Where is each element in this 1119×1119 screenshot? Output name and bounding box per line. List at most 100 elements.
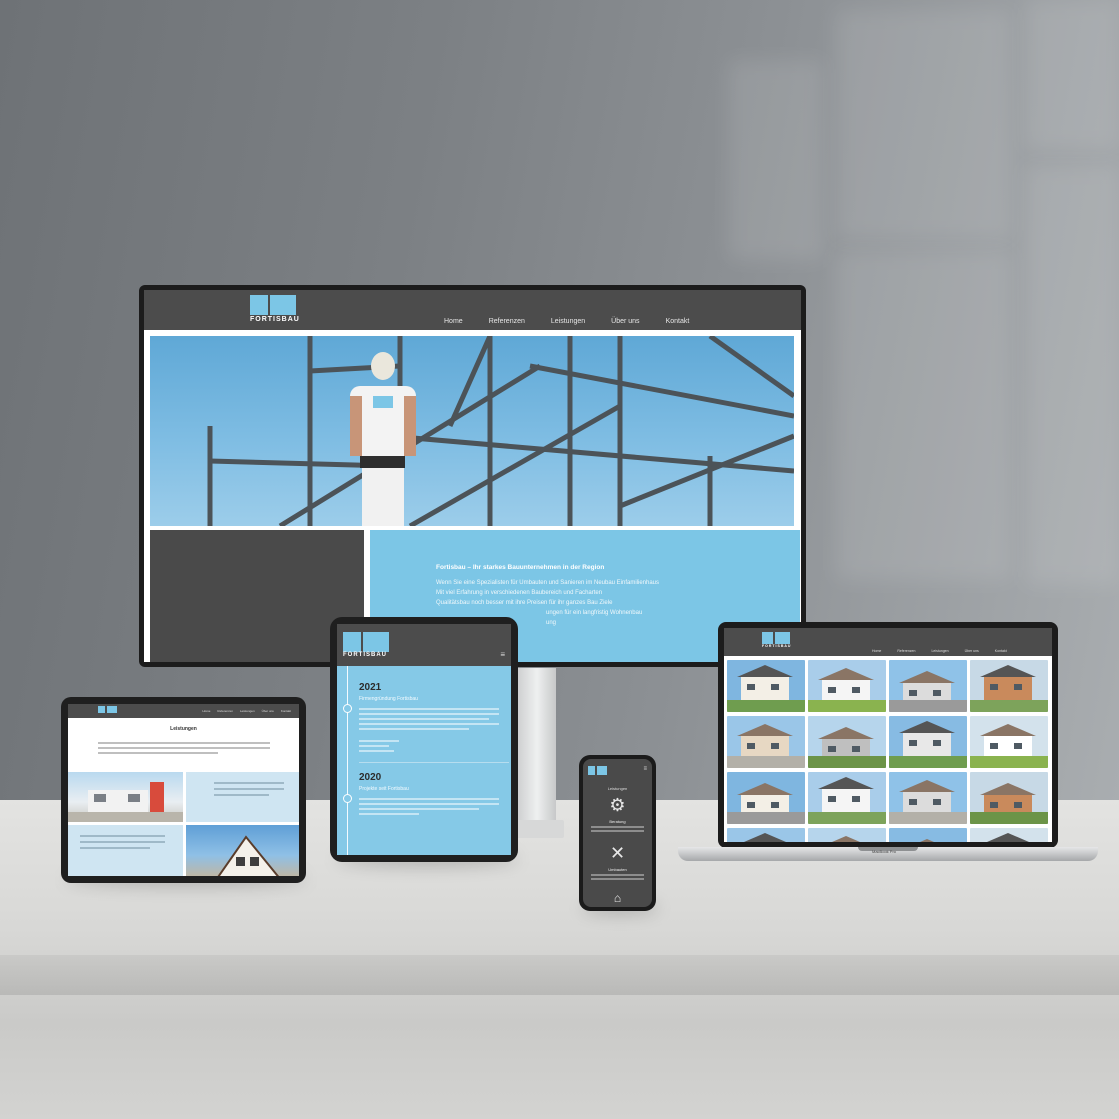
house-photo [68,772,183,822]
intro-line: Wenn Sie eine Spezialisten für Umbauten … [436,580,660,586]
service-card [186,772,299,822]
window-light [1025,0,1119,150]
gallery-thumbnail[interactable] [727,772,805,824]
gallery-thumbnail[interactable] [727,660,805,712]
logo-icon [250,295,296,315]
service-label: Umbauten [608,867,627,872]
text-line [359,750,394,752]
house-icon: ⌂ [613,891,622,905]
gallery-thumbnail[interactable] [889,828,967,842]
gallery-thumbnail[interactable] [808,716,886,768]
intro-line: ungen für ein langfristig Wohnenbau [546,610,643,616]
nav-ueber-uns[interactable]: Über uns [611,318,639,325]
gallery-thumbnail[interactable] [727,828,805,842]
nav-home[interactable]: Home [444,318,463,325]
text-line [359,718,489,720]
text-line [591,830,644,832]
timeline-separator [359,762,509,763]
fortisbau-logo[interactable] [98,706,117,713]
timeline-subtitle: Projekte seit Fortisbau [359,786,409,792]
page-title: Leistungen [170,726,197,732]
nav-kontakt[interactable]: Kontakt [666,318,690,325]
nav-ueber-uns[interactable]: Über uns [262,709,274,713]
window-light [836,250,1011,580]
gallery-thumbnail[interactable] [889,772,967,824]
nav-kontakt[interactable]: Kontakt [281,709,291,713]
fortisbau-logo[interactable]: FORTISBAU [762,632,791,648]
nav-home[interactable]: Home [872,649,881,653]
hero-image [150,336,794,526]
fortisbau-logo[interactable]: FORTISBAU [250,295,300,323]
gallery-thumbnail[interactable] [970,660,1048,712]
nav-ueber-uns[interactable]: Über uns [965,649,979,653]
logo-icon [588,766,607,775]
timeline-year: 2021 [359,682,382,693]
gallery-thumbnail[interactable] [808,828,886,842]
logo-icon [98,706,117,713]
fortisbau-logo[interactable]: FORTISBAU [343,632,389,658]
text-line [359,813,419,815]
text-line [359,803,499,805]
gallery-thumbnail[interactable] [808,660,886,712]
text-line [359,708,499,710]
gallery-thumbnail[interactable] [970,716,1048,768]
timeline-dot [343,794,352,803]
intro-line: ung [546,620,557,626]
text-line [359,798,499,800]
desktop-navbar: FORTISBAU Home Referenzen Leistungen Übe… [144,290,801,330]
desktop-monitor: FORTISBAU Home Referenzen Leistungen Übe… [139,285,806,667]
tablet-landscape: Home Referenzen Leistungen Über uns Kont… [61,697,306,883]
menu-icon[interactable]: ≡ [500,650,505,659]
text-line [591,878,644,880]
laptop-label: MacBook Pro [872,849,897,854]
gallery-thumbnail[interactable] [727,716,805,768]
gears-icon: ⚙ [609,795,626,815]
laptop-nav-links: Home Referenzen Leistungen Über uns Kont… [872,649,1007,653]
menu-icon[interactable]: ≡ [643,766,647,772]
timeline-subtitle: Firmengründung Fortisbau [359,696,418,702]
text-line [359,745,389,747]
timeline-dot [343,704,352,713]
logo-text: FORTISBAU [762,644,792,648]
worker-figure [350,352,416,526]
tablet-portrait-screen: FORTISBAU ≡ 2021 Firmengründung Fortisba… [337,624,511,855]
nav-home[interactable]: Home [202,709,210,713]
logo-icon [762,632,790,644]
logo-text: FORTISBAU [343,652,387,658]
text-line [359,723,499,725]
text-line [359,713,499,715]
gallery-thumbnail[interactable] [970,828,1048,842]
service-card [68,825,183,876]
timeline-line [347,666,348,855]
fortisbau-logo[interactable] [588,766,607,775]
tablet-landscape-screen: Home Referenzen Leistungen Über uns Kont… [68,704,299,876]
gallery-thumbnail[interactable] [889,660,967,712]
section-label: Leistungen [607,786,628,791]
laptop-screen: FORTISBAU Home Referenzen Leistungen Übe… [724,628,1052,842]
nav-kontakt[interactable]: Kontakt [995,649,1007,653]
gallery-thumbnail[interactable] [808,772,886,824]
text-line [359,728,469,730]
house-photo [186,825,299,876]
nav-leistungen[interactable]: Leistungen [551,318,585,325]
nav-leistungen[interactable]: Leistungen [240,709,255,713]
nav-referenzen[interactable]: Referenzen [217,709,233,713]
laptop: FORTISBAU Home Referenzen Leistungen Übe… [718,622,1058,848]
gallery-thumbnail[interactable] [970,772,1048,824]
text-line [359,740,399,742]
tablet-portrait: FORTISBAU ≡ 2021 Firmengründung Fortisba… [330,617,518,862]
window-light [836,10,1011,240]
tablet-navbar: Home Referenzen Leistungen Über uns Kont… [68,704,299,718]
text-line [98,742,270,744]
nav-referenzen[interactable]: Referenzen [897,649,915,653]
nav-leistungen[interactable]: Leistungen [931,649,948,653]
intro-heading: Fortisbau – Ihr starkes Bauunternehmen i… [436,564,605,571]
monitor-stand [518,668,556,828]
logo-text: FORTISBAU [250,316,300,323]
gallery-thumbnail[interactable] [889,716,967,768]
smartphone-screen: ≡ Leistungen ⚙ Beratung ✕ Umbauten ⌂ [583,759,652,907]
reference-gallery [727,660,1048,842]
laptop-navbar: FORTISBAU Home Referenzen Leistungen Übe… [724,628,1052,656]
tablet-nav-links: Home Referenzen Leistungen Über uns Kont… [202,709,291,713]
nav-referenzen[interactable]: Referenzen [489,318,525,325]
